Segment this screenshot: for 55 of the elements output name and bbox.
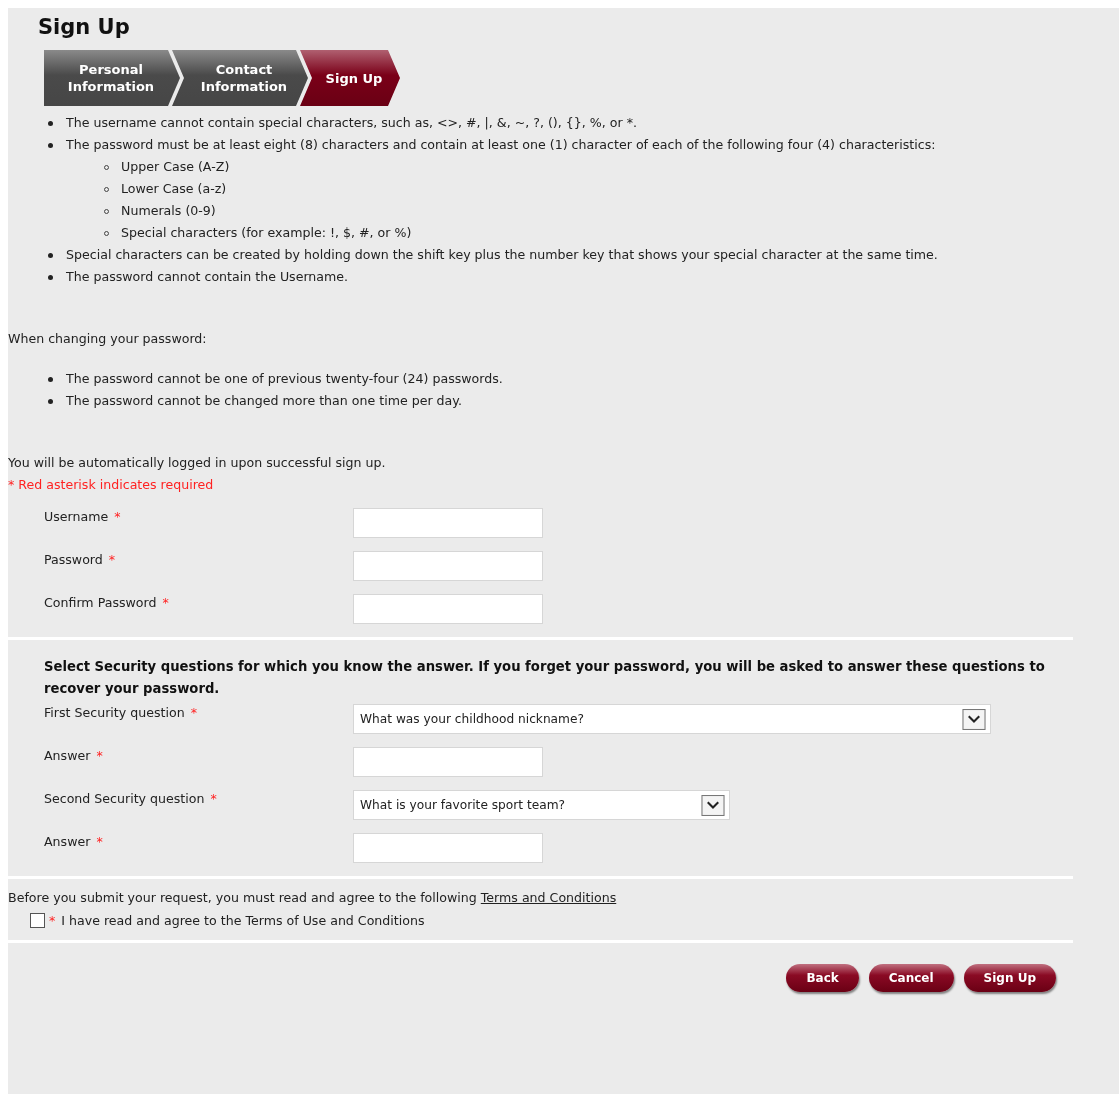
rule-text: Special characters (for example: !, $, #, or %) [121,224,412,242]
agree-label: I have read and agree to the Terms of Use and Conditions [61,913,425,928]
required-asterisk: * [210,791,217,806]
rule-text: Special characters can be created by holding down the shift key plus the number key that shows your special character at the same time. [66,247,938,262]
step-tab[interactable]: Personal Information [44,50,180,106]
instructions-text: Select Security questions for which you know the answer. If you forget your password, you will be asked to answer these questions to recover your password. [44,658,1046,698]
input-field[interactable] [353,833,543,863]
field-label: Answer [44,748,91,763]
step-tab[interactable]: Contact Information [172,50,308,106]
rule-text: Numerals (0-9) [121,202,216,220]
field-label: Second Security question [44,791,205,806]
info-text: You will be automatically logged in upon successful sign up. [8,454,387,472]
field-label: Password [44,552,103,567]
question-dropdown[interactable]: What is your favorite sport team? [353,790,730,820]
terms-text: Before you submit your request, you must read and agree to the following [8,890,477,905]
required-asterisk: * [49,913,56,928]
required-asterisk: * [162,595,169,610]
rule-text: Upper Case (A-Z) [121,158,230,176]
required-note: * Red asterisk indicates required [8,476,215,494]
input-field[interactable] [353,508,543,538]
required-asterisk: * [96,834,103,849]
page-title: Sign Up [38,14,131,40]
rule-text: The password cannot be changed more than one time per day. [66,392,463,410]
action-button[interactable]: Cancel [868,964,954,992]
bullet-icon [48,275,53,280]
terms-link[interactable]: Terms and Conditions [480,890,617,905]
bullet-icon [48,253,53,258]
required-asterisk: * [108,552,116,567]
section-heading: When changing your password: [8,330,208,348]
field-label: Answer [44,834,91,849]
caret-icon [962,708,986,730]
rule-text: The password cannot be one of previous twenty-four (24) passwords. [66,370,504,388]
input-field[interactable] [353,747,543,777]
question-dropdown[interactable]: What was your childhood nickname? [353,704,991,734]
bullet-icon [48,143,53,148]
bullet-icon [48,121,53,126]
caret-icon [701,794,725,816]
bullet-icon [48,399,53,404]
step-tab[interactable]: Sign Up [300,50,400,106]
required-asterisk: * [190,705,197,720]
bullet-icon [48,377,53,382]
action-button[interactable]: Sign Up [963,964,1056,992]
field-label: Username [44,509,109,524]
rule-text: The password must be at least eight (8) characters and contain at least one (1) character of each of the following four (4) characteristics: [66,137,936,152]
rule-text: Lower Case (a-z) [121,180,227,198]
input-field[interactable] [353,594,543,624]
action-button[interactable]: Back [786,964,859,992]
field-label: First Security question [44,705,185,720]
required-asterisk: * [96,748,103,763]
required-asterisk: * [114,509,121,524]
input-field[interactable] [353,551,543,581]
rule-text: The password cannot contain the Username. [66,269,349,284]
agree-checkbox[interactable] [30,913,45,928]
rule-text: The username cannot contain special characters, such as, <>, #, |, &, ~, ?, (), {}, %, or *. [66,115,637,130]
field-label: Confirm Password [44,595,157,610]
